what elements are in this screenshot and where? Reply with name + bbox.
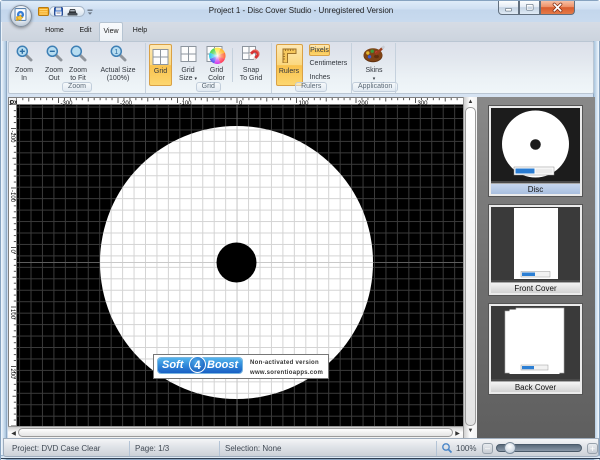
svg-text:200: 200 <box>358 101 369 106</box>
svg-text:-100: -100 <box>9 190 15 203</box>
svg-text:-200: -200 <box>9 131 15 144</box>
svg-text:-300: -300 <box>61 101 74 106</box>
svg-text:300: 300 <box>418 101 429 106</box>
svg-text:200: 200 <box>9 369 15 380</box>
svg-text:0: 0 <box>9 250 15 254</box>
svg-text:100: 100 <box>9 309 15 320</box>
svg-text:0: 0 <box>239 101 243 106</box>
svg-text:-100: -100 <box>180 101 193 106</box>
svg-text:100: 100 <box>299 101 310 106</box>
svg-text:-200: -200 <box>120 101 133 106</box>
svg-text:1: 1 <box>114 49 118 56</box>
